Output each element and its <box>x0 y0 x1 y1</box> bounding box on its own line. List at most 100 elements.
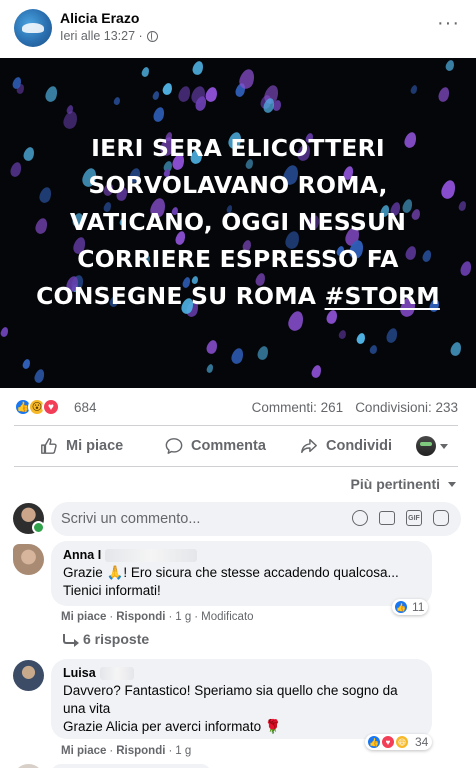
image-text-line-end: CONSEGNE SU ROMA <box>36 282 317 310</box>
rain-drop <box>33 367 46 385</box>
comment-actions: Mi piace · Rispondi · 1 g <box>61 745 192 757</box>
share-count[interactable]: Condivisioni: 233 <box>355 400 458 415</box>
share-button[interactable]: Condividi <box>300 428 392 464</box>
rain-drop <box>337 329 348 340</box>
chevron-down-icon <box>448 481 456 487</box>
thumbs-up-icon <box>41 438 57 454</box>
rain-drop <box>0 326 10 338</box>
author-avatar[interactable] <box>14 9 52 47</box>
comment-button[interactable]: Commenta <box>165 428 266 464</box>
love-reaction-icon: ♥ <box>381 735 395 749</box>
post-actions: Mi piace Commenta Condividi <box>0 428 476 464</box>
image-text-line: CORRIERE ESPRESSO FA <box>77 245 399 273</box>
comment-bubble: Luisa Davvero? Fantastico! Speriamo sia … <box>51 659 432 739</box>
image-text-line: CONSEGNE SU ROMA #STORM <box>0 278 476 315</box>
rain-drop <box>384 326 400 345</box>
author-name[interactable]: Alicia Erazo <box>60 10 139 26</box>
post-image[interactable]: IERI SERA ELICOTTERI SORVOLAVANO ROMA, V… <box>0 58 476 388</box>
post-meta: Ieri alle 13:27 · <box>60 29 158 43</box>
comment-bubble-icon <box>165 438 183 454</box>
like-button[interactable]: Mi piace <box>40 428 123 464</box>
comment-input[interactable]: Scrivi un commento... GIF <box>51 502 461 536</box>
share-arrow-icon <box>301 438 317 454</box>
comment-reactions[interactable]: 👍 ♥ 😆 34 <box>365 734 433 750</box>
emoji-icon[interactable] <box>352 510 368 526</box>
commenter-avatar[interactable] <box>13 660 44 691</box>
comment-button-label: Commenta <box>191 438 266 454</box>
post-timestamp[interactable]: Ieri alle 13:27 · <box>60 29 143 43</box>
rain-drop <box>151 90 161 101</box>
rain-drop <box>409 84 419 95</box>
rain-drop <box>256 344 270 362</box>
comment-text: Davvero? Fantastico! Speriamo sia quello… <box>63 682 420 736</box>
reaction-count[interactable]: 684 <box>74 400 97 415</box>
post-header: Alicia Erazo Ieri alle 13:27 · ··· <box>0 0 476 58</box>
commenter-avatar[interactable] <box>13 544 44 575</box>
commenter-avatar[interactable] <box>13 764 44 768</box>
blurred-name <box>105 548 198 562</box>
post-stats: 👍 😮 ♥ 684 Commenti: 261 Condivisioni: 23… <box>0 392 476 422</box>
divider <box>14 466 458 467</box>
post-image-text: IERI SERA ELICOTTERI SORVOLAVANO ROMA, V… <box>0 130 476 315</box>
comment-age[interactable]: 1 g <box>175 611 191 623</box>
like-reaction-icon: 👍 <box>367 735 381 749</box>
comment-age[interactable]: 1 g <box>175 745 191 757</box>
camera-icon[interactable] <box>379 511 395 525</box>
profile-avatar <box>416 436 436 456</box>
rain-drop <box>355 332 367 345</box>
share-button-label: Condividi <box>326 438 393 454</box>
comment-like-link[interactable]: Mi piace <box>61 611 106 623</box>
rain-drop <box>21 358 32 370</box>
rain-drop <box>436 85 452 104</box>
image-text-line: SORVOLAVANO ROMA, <box>88 171 388 199</box>
rain-drop <box>161 81 174 97</box>
comment-bubble: Anna I Grazie 🙏! Ero sicura che stesse a… <box>51 541 432 606</box>
comment-reactions[interactable]: 👍 11 <box>392 599 429 615</box>
rain-drop <box>310 363 323 380</box>
rain-drop <box>191 59 205 77</box>
comment-like-link[interactable]: Mi piace <box>61 745 106 757</box>
rain-drop <box>112 96 122 106</box>
comment-input-tools: GIF <box>352 510 449 526</box>
comment-text-line: Grazie 🙏! Ero sicura che stesse accadend… <box>63 565 399 580</box>
profile-selector[interactable] <box>416 436 448 456</box>
rain-drop <box>151 105 167 124</box>
comment-count[interactable]: Commenti: 261 <box>252 400 344 415</box>
haha-reaction-icon: 😆 <box>395 735 409 749</box>
comment-edited-label: Modificato <box>201 611 254 623</box>
rain-drop <box>176 84 193 104</box>
comment-text-line: Grazie Alicia per averci informato 🌹 <box>63 719 282 734</box>
rain-drop <box>205 363 215 374</box>
gif-icon[interactable]: GIF <box>406 510 422 526</box>
more-options-icon[interactable]: ··· <box>437 12 460 35</box>
comment-text-line: una vita <box>63 701 111 716</box>
rain-drop <box>449 340 463 358</box>
comment-reaction-count: 11 <box>412 600 425 614</box>
comment-reply-link[interactable]: Rispondi <box>116 611 165 623</box>
sticker-icon[interactable] <box>433 510 449 526</box>
view-replies-button[interactable]: 6 risposte <box>63 631 149 647</box>
comment-sort-dropdown[interactable]: Più pertinenti <box>351 476 456 492</box>
chevron-down-icon <box>440 443 448 449</box>
comment-reaction-count: 34 <box>415 735 429 749</box>
blurred-name <box>99 666 134 680</box>
current-user-avatar[interactable] <box>13 503 45 534</box>
commenter-name-text: Luisa <box>63 666 96 680</box>
comment-reply-link[interactable]: Rispondi <box>116 745 165 757</box>
comment-text-line: Tienici informati! <box>63 583 161 598</box>
comment-actions: Mi piace · Rispondi · 1 g · Modificato <box>61 611 254 623</box>
comment-bubble <box>51 764 211 768</box>
rain-drop <box>444 59 456 72</box>
comment-text: Grazie 🙏! Ero sicura che stesse accadend… <box>63 564 420 600</box>
commenter-name-text: Anna I <box>63 548 102 562</box>
divider <box>14 425 458 426</box>
replies-label: 6 risposte <box>83 631 150 647</box>
globe-icon <box>146 30 158 42</box>
commenter-name[interactable]: Luisa <box>63 666 420 680</box>
rain-drop <box>43 84 60 104</box>
engagement-counts: Commenti: 261 Condivisioni: 233 <box>252 400 458 415</box>
rain-drop <box>140 66 151 78</box>
commenter-name[interactable]: Anna I <box>63 548 420 562</box>
reaction-summary[interactable]: 👍 😮 ♥ <box>14 398 60 416</box>
rain-drop <box>229 346 246 366</box>
